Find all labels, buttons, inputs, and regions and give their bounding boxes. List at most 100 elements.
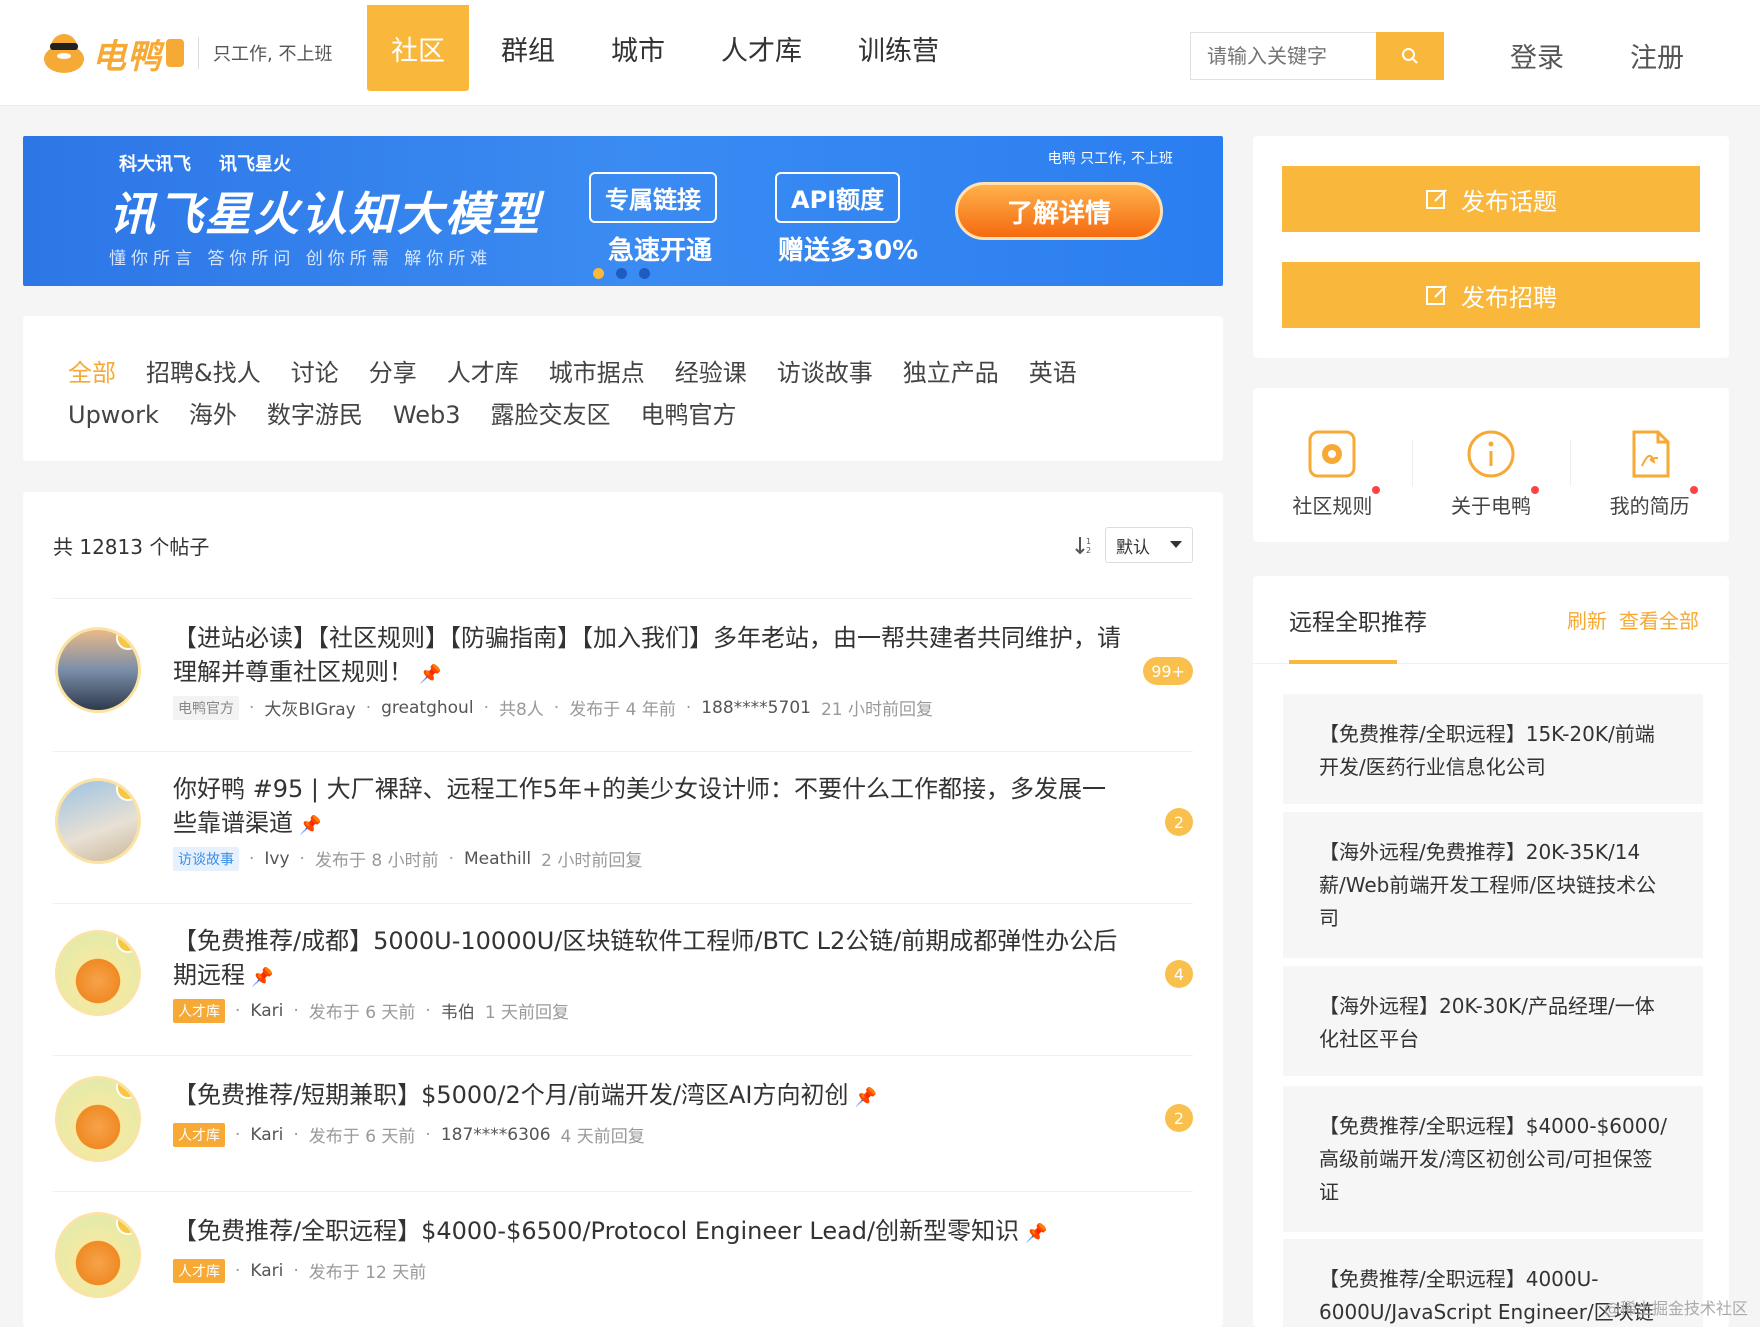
post-title[interactable]: 你好鸭 #95 | 大厂裸辞、远程工作5年+的美少女设计师：不要什么工作都接，多…	[173, 772, 1123, 843]
avatar[interactable]	[55, 1212, 141, 1298]
title-underline	[1289, 660, 1397, 664]
category-item[interactable]: 电鸭官方	[640, 394, 736, 436]
job-card[interactable]: 【免费推荐/全职远程】$4000-$6000/高级前端开发/湾区初创公司/可担保…	[1283, 1086, 1703, 1232]
post-title[interactable]: 【免费推荐/短期兼职】$5000/2个月/前端开发/湾区AI方向初创 📌	[173, 1078, 1123, 1115]
post-title-text: 【进站必读】【社区规则】【防骗指南】【加入我们】多年老站，由一帮共建者共同维护，…	[173, 624, 1121, 686]
post-tag[interactable]: 人才库	[173, 1258, 225, 1283]
post-co-author[interactable]: greatghoul	[381, 698, 473, 718]
post-published-time: 发布于 6 天前	[308, 1127, 416, 1147]
category-item[interactable]: 讨论	[291, 352, 339, 394]
banner-dot-1[interactable]	[593, 268, 604, 279]
refresh-link[interactable]: 刷新	[1567, 605, 1607, 634]
banner-box-api-sub: 赠送多30%	[778, 236, 919, 266]
post-last-replier[interactable]: 188****5701	[701, 698, 811, 718]
category-item[interactable]: 露脸交友区	[490, 394, 610, 436]
reply-count-badge: 4	[1165, 960, 1193, 988]
post-last-replier[interactable]: 韦伯	[441, 998, 475, 1023]
publish-panel: 发布话题 发布招聘	[1253, 136, 1729, 358]
job-card[interactable]: 【海外远程】20K-30K/产品经理/一体化社区平台	[1283, 966, 1703, 1076]
avatar[interactable]	[55, 627, 141, 713]
post-meta: 人才库 · Kari · 发布于 12 天前	[173, 1258, 426, 1283]
banner-cta-button[interactable]: 了解详情	[955, 182, 1163, 240]
avatar[interactable]	[55, 778, 141, 864]
publish-topic-button[interactable]: 发布话题	[1282, 166, 1700, 232]
category-item[interactable]: 招聘&找人	[146, 352, 261, 394]
post-author[interactable]: Ivy	[264, 849, 289, 869]
post-item[interactable]: 【免费推荐/短期兼职】$5000/2个月/前端开发/湾区AI方向初创 📌 人才库 · K…	[53, 1055, 1193, 1191]
banner-dot-3[interactable]	[639, 268, 650, 279]
post-last-reply-time: 1 天前回复	[484, 1003, 570, 1023]
post-author[interactable]: 大灰BIGray	[264, 695, 355, 720]
post-meta: 电鸭官方 · 大灰BIGray · greatghoul · 共8人 · 发布于 4 年前 · 18…	[173, 695, 933, 720]
job-card[interactable]: 【海外远程/免费推荐】20K-35K/14薪/Web前端开发工程师/区块链技术公…	[1283, 812, 1703, 958]
post-tag[interactable]: 电鸭官方	[173, 695, 239, 720]
chevron-down-icon	[1170, 541, 1182, 548]
category-item[interactable]: 独立产品	[903, 352, 999, 394]
nav-groups[interactable]: 群组	[477, 5, 579, 91]
quick-about[interactable]: 关于电鸭	[1411, 388, 1571, 542]
quick-resume[interactable]: 我的简历	[1570, 388, 1729, 542]
avatar[interactable]	[55, 1076, 141, 1162]
reply-count-badge: 2	[1165, 808, 1193, 836]
ad-banner[interactable]: 科大讯飞 讯飞星火 讯飞星火认知大模型 懂你所言 答你所问 创你所需 解你所难 …	[23, 136, 1223, 286]
category-item[interactable]: 数字游民	[267, 394, 363, 436]
banner-brand-right: 讯飞星火	[219, 154, 291, 175]
banner-dot-2[interactable]	[616, 268, 627, 279]
nav-bootcamp[interactable]: 训练营	[834, 5, 963, 91]
category-item[interactable]: 分享	[369, 352, 417, 394]
notify-dot	[1372, 486, 1381, 494]
avatar[interactable]	[55, 930, 141, 1016]
category-item[interactable]: 全部	[68, 352, 116, 394]
svg-text:2: 2	[1086, 546, 1091, 555]
nav-talent[interactable]: 人才库	[697, 5, 826, 91]
nav-community[interactable]: 社区	[367, 5, 469, 91]
category-item[interactable]: 访谈故事	[777, 352, 873, 394]
remote-jobs-title: 远程全职推荐	[1289, 609, 1427, 636]
category-item[interactable]: Upwork	[68, 394, 159, 436]
banner-pager	[593, 268, 650, 279]
category-item[interactable]: Web3	[393, 394, 461, 436]
sort-select[interactable]: 默认	[1105, 527, 1193, 563]
post-tag[interactable]: 人才库	[173, 998, 225, 1023]
login-link[interactable]: 登录	[1510, 30, 1564, 80]
job-card[interactable]: 【免费推荐/全职远程】15K-20K/前端开发/医药行业信息化公司	[1283, 694, 1703, 804]
post-item[interactable]: 【免费推荐/全职远程】$4000-$6500/Protocol Engineer…	[53, 1191, 1193, 1327]
post-author[interactable]: Kari	[250, 1125, 283, 1145]
search-input[interactable]	[1190, 32, 1376, 80]
category-item[interactable]: 英语	[1029, 352, 1077, 394]
post-tag[interactable]: 人才库	[173, 1122, 225, 1147]
post-author[interactable]: Kari	[250, 1001, 283, 1021]
post-item[interactable]: 【免费推荐/成都】5000U-10000U/区块链软件工程师/BTC L2公链/…	[53, 903, 1193, 1055]
category-item[interactable]: 人才库	[447, 352, 519, 394]
site-logo[interactable]: 电鸭 只工作, 不上班	[40, 30, 332, 77]
category-item[interactable]: 海外	[189, 394, 237, 436]
meta-separator: ·	[249, 697, 255, 718]
search-button[interactable]	[1376, 32, 1444, 80]
post-meta: 人才库 · Kari · 发布于 6 天前 · 韦伯 1 天前回复	[173, 998, 569, 1023]
category-item[interactable]: 城市据点	[549, 352, 645, 394]
banner-box-api: API额度	[775, 172, 901, 223]
quick-community-rules[interactable]: 社区规则	[1253, 388, 1412, 542]
post-title[interactable]: 【免费推荐/全职远程】$4000-$6500/Protocol Engineer…	[173, 1214, 1123, 1251]
nav-cities[interactable]: 城市	[587, 5, 689, 91]
post-last-replier[interactable]: 187****6306	[441, 1125, 551, 1145]
post-published-time: 发布于 4 年前	[569, 700, 676, 720]
post-last-replier[interactable]: Meathill	[464, 849, 531, 869]
post-author[interactable]: Kari	[250, 1261, 283, 1281]
post-item[interactable]: 你好鸭 #95 | 大厂裸辞、远程工作5年+的美少女设计师：不要什么工作都接，多…	[53, 751, 1193, 903]
post-item[interactable]: 【进站必读】【社区规则】【防骗指南】【加入我们】多年老站，由一帮共建者共同维护，…	[53, 598, 1193, 751]
meta-separator: ·	[365, 697, 372, 718]
register-link[interactable]: 注册	[1630, 30, 1684, 80]
post-title-text: 【免费推荐/短期兼职】$5000/2个月/前端开发/湾区AI方向初创	[173, 1081, 849, 1109]
view-all-link[interactable]: 查看全部	[1619, 605, 1699, 634]
publish-job-label: 发布招聘	[1461, 283, 1557, 312]
sort-icon[interactable]: 1 2	[1075, 534, 1095, 556]
edit-icon	[1426, 285, 1447, 305]
post-title[interactable]: 【进站必读】【社区规则】【防骗指南】【加入我们】多年老站，由一帮共建者共同维护，…	[173, 621, 1123, 692]
post-tag[interactable]: 访谈故事	[173, 846, 239, 871]
quick-resume-label: 我的简历	[1609, 494, 1690, 518]
category-item[interactable]: 经验课	[675, 352, 747, 394]
post-title[interactable]: 【免费推荐/成都】5000U-10000U/区块链软件工程师/BTC L2公链/…	[173, 924, 1123, 995]
publish-job-button[interactable]: 发布招聘	[1282, 262, 1700, 328]
duck-badge-icon	[116, 781, 138, 801]
